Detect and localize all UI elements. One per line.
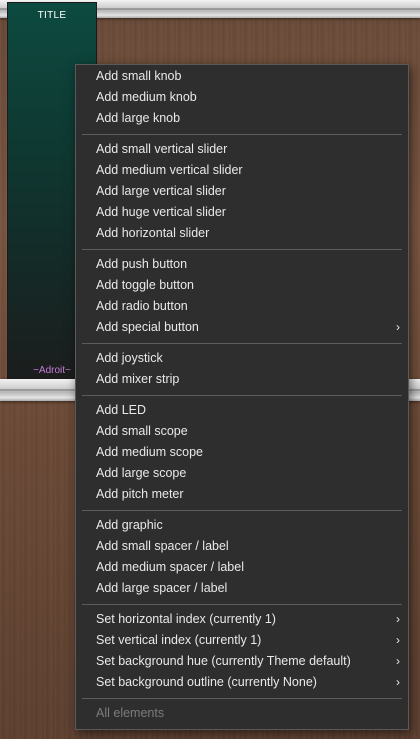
menu-separator (82, 698, 402, 699)
menu-item-add-medium-scope[interactable]: Add medium scope (76, 442, 408, 463)
plugin-canvas: TITLE ~Adroit~ Add small knob Add medium… (0, 0, 420, 739)
menu-item-set-vertical-index[interactable]: Set vertical index (currently 1) › (76, 630, 408, 651)
menu-item-add-graphic[interactable]: Add graphic (76, 515, 408, 536)
menu-item-add-medium-knob[interactable]: Add medium knob (76, 87, 408, 108)
menu-item-set-background-outline[interactable]: Set background outline (currently None) › (76, 672, 408, 693)
menu-item-all-elements: All elements (96, 706, 165, 720)
menu-item-add-large-scope[interactable]: Add large scope (76, 463, 408, 484)
context-menu: Add small knob Add medium knob Add large… (75, 64, 409, 730)
chevron-right-icon: › (396, 654, 400, 668)
menu-item-add-small-spacer-label[interactable]: Add small spacer / label (76, 536, 408, 557)
menu-separator (82, 343, 402, 344)
strip-title: TITLE (37, 10, 67, 21)
menu-item-add-special-button[interactable]: Add special button › (76, 317, 408, 338)
menu-item-add-pitch-meter[interactable]: Add pitch meter (76, 484, 408, 505)
menu-item-add-small-vertical-slider[interactable]: Add small vertical slider (76, 139, 408, 160)
menu-item-add-small-knob[interactable]: Add small knob (76, 66, 408, 87)
menu-item-set-horizontal-index[interactable]: Set horizontal index (currently 1) › (76, 609, 408, 630)
menu-item-add-push-button[interactable]: Add push button (76, 254, 408, 275)
menu-item-set-background-hue[interactable]: Set background hue (currently Theme defa… (76, 651, 408, 672)
menu-separator (82, 395, 402, 396)
chevron-right-icon: › (396, 612, 400, 626)
menu-separator (82, 249, 402, 250)
menu-item-add-toggle-button[interactable]: Add toggle button (76, 275, 408, 296)
chevron-right-icon: › (396, 675, 400, 689)
menu-item-add-small-scope[interactable]: Add small scope (76, 421, 408, 442)
menu-item-add-large-spacer-label[interactable]: Add large spacer / label (76, 578, 408, 599)
menu-item-add-large-vertical-slider[interactable]: Add large vertical slider (76, 181, 408, 202)
menu-separator (82, 134, 402, 135)
chevron-right-icon: › (396, 320, 400, 334)
menu-item-add-medium-vertical-slider[interactable]: Add medium vertical slider (76, 160, 408, 181)
menu-item-add-radio-button[interactable]: Add radio button (76, 296, 408, 317)
menu-item-add-medium-spacer-label[interactable]: Add medium spacer / label (76, 557, 408, 578)
menu-item-add-large-knob[interactable]: Add large knob (76, 108, 408, 129)
menu-item-add-led[interactable]: Add LED (76, 400, 408, 421)
menu-item-add-mixer-strip[interactable]: Add mixer strip (76, 369, 408, 390)
menu-item-add-huge-vertical-slider[interactable]: Add huge vertical slider (76, 202, 408, 223)
menu-item-add-horizontal-slider[interactable]: Add horizontal slider (76, 223, 408, 244)
menu-separator (82, 510, 402, 511)
menu-separator (82, 604, 402, 605)
menu-item-add-joystick[interactable]: Add joystick (76, 348, 408, 369)
chevron-right-icon: › (396, 633, 400, 647)
